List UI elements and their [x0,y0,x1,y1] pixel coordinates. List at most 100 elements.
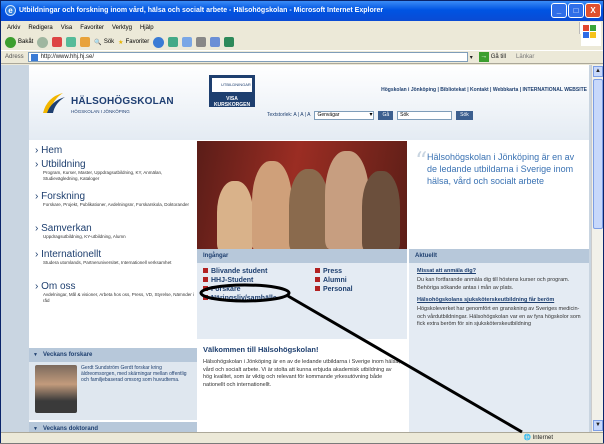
nav-item-om-oss[interactable]: Om oss Avdelningar, Mål & visioner, Arbe… [35,281,195,304]
scroll-up-icon[interactable]: ▲ [593,66,603,77]
nav-item-hem[interactable]: Hem [35,145,195,156]
back-arrow-icon [5,36,16,48]
menu-favorites[interactable]: Favoriter [80,22,104,34]
address-bar: Adress http://www.hhj.hj.se/ ▾ → Gå till … [1,50,603,64]
nav-item-utbildning[interactable]: Utbildning Program, Kurser, Master, Uppd… [35,159,195,182]
welcome-section: Välkommen till Hälsohögskolan! Hälsohögs… [197,339,407,432]
address-label: Adress [5,54,24,60]
vertical-scrollbar[interactable]: ▲ ▼ [591,65,603,432]
person-figure [217,181,253,249]
shortcuts-go-button[interactable]: Gå [378,110,394,120]
news-link[interactable]: Hälsohögskolans sjuksköterskeutbildning … [417,297,583,303]
link-blivande-student[interactable]: Blivande student [203,267,277,276]
quote-mark-icon: “ [415,147,428,175]
welcome-text: Hälsohögskolan i Jönköping är en av de l… [203,359,400,388]
globe-icon: 🌐 [523,435,531,441]
close-button[interactable]: X [585,3,601,18]
internet-zone: 🌐 Internet [523,435,553,441]
page-icon [30,54,38,61]
nav-item-forskning[interactable]: Forskning Forskare, Projekt, Publikation… [35,191,195,208]
window-title: Utbildningar och forskning inom vård, hä… [19,7,384,14]
mail-button[interactable] [182,37,193,47]
link-press[interactable]: Press [315,267,353,276]
link-forskare[interactable]: Forskare [203,285,277,294]
menu-help[interactable]: Hjälp [140,22,154,34]
logo-mark-icon [43,93,65,113]
promo-top: UTBILDNINGAR [212,78,252,92]
hero-quote: “ Hälsohögskolan i Jönköping är en av de… [409,141,589,249]
site-search-input[interactable]: Sök [397,110,453,120]
messenger-icon [224,37,235,47]
top-navigation[interactable]: Högskolan i Jönköping | Bibliotekat | Ko… [267,87,587,93]
windows-flag-icon [579,22,601,46]
menu-edit[interactable]: Redigera [28,22,52,34]
star-icon: ★ [118,39,124,46]
forskare-box: Veckans forskare Gerdt Sundström Gerdt f… [29,348,197,420]
minimize-button[interactable]: _ [551,3,567,18]
web-page: HÄLSOHÖGSKOLAN HÖGSKOLAN I JÖNKÖPING UTB… [29,65,589,432]
forskare-text: Gerdt Sundström Gerdt forskar kring äldr… [81,365,187,383]
address-dropdown-icon[interactable]: ▾ [470,54,473,61]
site-tools: Textstorlek: A | A | A Genvägar Gå Sök S… [267,109,589,121]
link-personal[interactable]: Personal [315,285,353,294]
site-header: HÄLSOHÖGSKOLAN HÖGSKOLAN I JÖNKÖPING UTB… [29,65,589,140]
promo-label: VISA KURSKORGEN [213,96,251,108]
forskare-heading[interactable]: Veckans forskare [29,348,197,362]
print-button[interactable] [196,37,207,47]
site-logo[interactable]: HÄLSOHÖGSKOLAN HÖGSKOLAN I JÖNKÖPING [41,89,191,123]
logo-subtitle: HÖGSKOLAN I JÖNKÖPING [71,109,130,114]
messenger-button[interactable] [224,37,235,47]
forward-arrow-icon [37,36,49,48]
left-navigation: Hem Utbildning Program, Kurser, Master, … [29,141,197,348]
menu-view[interactable]: Visa [61,22,73,34]
back-button[interactable]: Bakåt [5,36,33,48]
address-input[interactable]: http://www.hhj.hj.se/ [27,52,468,62]
go-button[interactable]: → Gå till [478,52,506,62]
text-size-control[interactable]: Textstorlek: A | A | A [267,112,310,118]
doktorand-heading[interactable]: Veckans doktorand [29,422,197,432]
news-item: Hälsohögskolans sjuksköterskeutbildning … [409,292,589,329]
researcher-photo[interactable] [35,365,77,413]
toolbar: Bakåt 🔍 Sök ★ Favoriter [1,34,581,50]
refresh-button[interactable] [66,37,77,47]
media-button[interactable] [153,36,165,48]
news-text: Högskoleverket har genomfört en granskni… [417,306,581,327]
nav-item-internationellt[interactable]: Internationellt Studera utomlands, Partn… [35,249,195,266]
page-viewport: HÄLSOHÖGSKOLAN HÖGSKOLAN I JÖNKÖPING UTB… [1,65,591,432]
person-figure [362,171,400,249]
browser-window: e Utbildningar och forskning inom vård, … [0,0,604,443]
menu-file[interactable]: Arkiv [7,22,20,34]
stop-button[interactable] [52,37,63,47]
person-figure [252,161,292,249]
go-arrow-icon: → [478,52,489,62]
news-link[interactable]: Missat att anmäla dig? [417,268,583,274]
person-figure [289,169,329,249]
refresh-icon [66,37,77,47]
favorites-button[interactable]: ★ Favoriter [118,39,149,46]
search-button[interactable]: 🔍 Sök [94,39,114,46]
edit-button[interactable] [210,37,221,47]
link-alumni[interactable]: Alumni [315,276,353,285]
scroll-down-icon[interactable]: ▼ [593,420,603,431]
aktuellt-box: Aktuellt Missat att anmäla dig? Du kan f… [409,249,589,432]
news-item: Missat att anmäla dig? Du kan fortfarand… [409,263,589,292]
search-icon: 🔍 [94,39,102,46]
forward-button[interactable] [37,36,49,48]
shortcuts-select[interactable]: Genvägar [314,110,375,120]
scroll-thumb[interactable] [593,79,603,229]
history-button[interactable] [168,37,179,47]
link-hhj-student[interactable]: HHJ-Student [203,276,277,285]
home-button[interactable] [80,37,91,47]
links-button[interactable]: Länkar [516,54,534,60]
maximize-button[interactable]: □ [568,3,584,18]
doktorand-box: Veckans doktorand [29,422,197,432]
menu-tools[interactable]: Verktyg [112,22,132,34]
course-basket-promo[interactable]: UTBILDNINGAR VISA KURSKORGEN [209,75,255,108]
link-naringsliv[interactable]: Näringsliv/samhälle [203,294,277,303]
menu-bar: Arkiv Redigera Visa Favoriter Verktyg Hj… [1,22,603,34]
nav-item-samverkan[interactable]: Samverkan Uppdragsutbildning, KY-utbildn… [35,223,195,240]
site-search-button[interactable]: Sök [456,110,473,120]
mail-icon [182,37,193,47]
welcome-heading: Välkommen till Hälsohögskolan! [203,345,319,354]
title-bar: e Utbildningar och forskning inom vård, … [1,1,603,21]
